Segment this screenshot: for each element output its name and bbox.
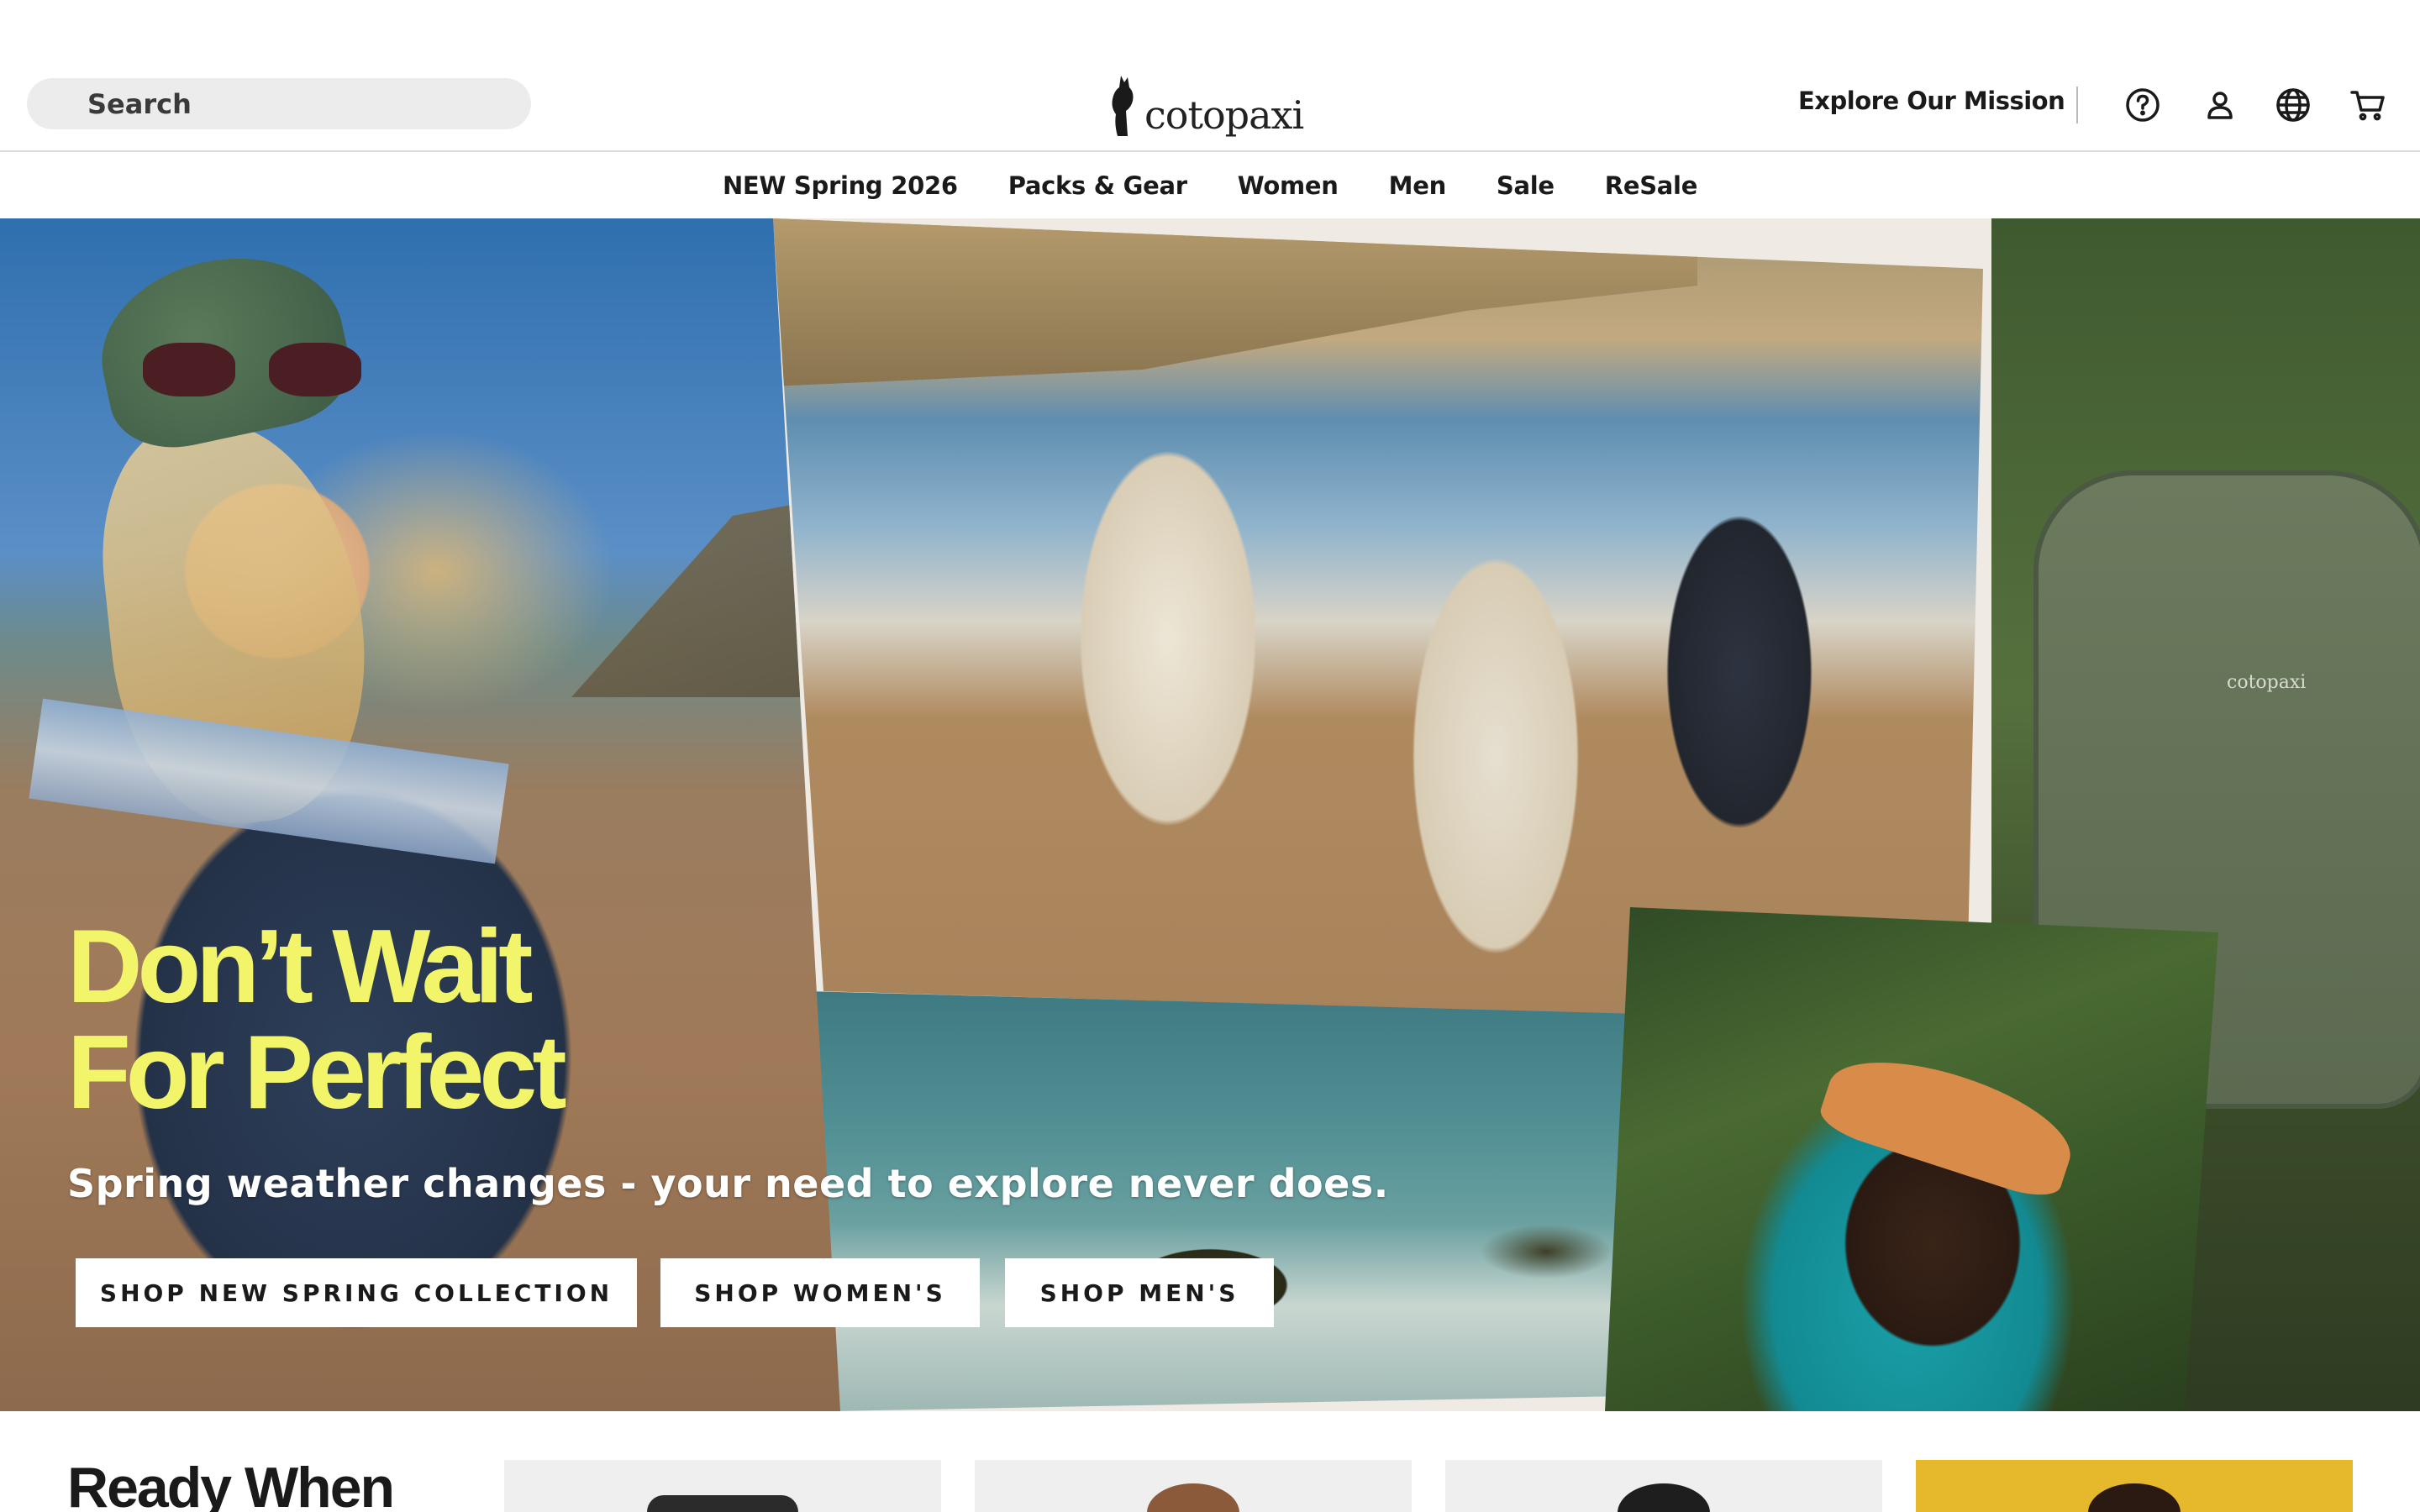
site-header: cotopaxi Explore Our Mission <box>0 0 2420 152</box>
search-input[interactable] <box>27 78 531 129</box>
hero-photo-hiker <box>1605 907 2218 1411</box>
logo-text: cotopaxi <box>1144 92 1304 138</box>
shop-new-spring-button[interactable]: SHOP NEW SPRING COLLECTION <box>76 1258 637 1327</box>
product-image <box>647 1495 798 1512</box>
help-icon[interactable] <box>2123 85 2163 125</box>
hero-photo-beach-run <box>773 218 1983 1025</box>
main-nav: NEW Spring 2026 Packs & Gear Women Men S… <box>0 152 2420 218</box>
shop-mens-button[interactable]: SHOP MEN'S <box>1005 1258 1274 1327</box>
backpack-logo-text: cotopaxi <box>2227 672 2307 693</box>
shop-womens-button[interactable]: SHOP WOMEN'S <box>660 1258 980 1327</box>
product-card[interactable] <box>504 1460 941 1512</box>
nav-resale[interactable]: ReSale <box>1605 171 1698 200</box>
nav-men[interactable]: Men <box>1389 171 1447 200</box>
nav-new-spring-2026[interactable]: NEW Spring 2026 <box>723 171 958 200</box>
cap-shape <box>1815 1038 2084 1205</box>
section-title: Ready When <box>67 1456 395 1512</box>
sunglasses-shape <box>143 343 370 402</box>
nav-packs-gear[interactable]: Packs & Gear <box>1008 171 1187 200</box>
nav-sale[interactable]: Sale <box>1497 171 1555 200</box>
product-image <box>2088 1483 2181 1512</box>
cliff-shape <box>773 218 1697 386</box>
account-icon[interactable] <box>2200 85 2240 125</box>
header-divider <box>2076 87 2078 123</box>
cart-icon[interactable] <box>2348 85 2388 125</box>
nav-women[interactable]: Women <box>1238 171 1339 200</box>
product-card[interactable] <box>1916 1460 2353 1512</box>
headline-line-2: For Perfect <box>67 1015 567 1131</box>
explore-mission-link[interactable]: Explore Our Mission <box>1798 87 2065 115</box>
hero-banner: cotopaxi Don’t Wait For Perfect Spring w… <box>0 218 2420 1411</box>
cotopaxi-logo[interactable]: cotopaxi <box>1109 69 1304 138</box>
headline-line-1: Don’t Wait <box>67 909 533 1025</box>
product-card[interactable] <box>975 1460 1412 1512</box>
product-image <box>1147 1483 1239 1512</box>
product-image <box>1618 1483 1710 1512</box>
hero-headline: Don’t Wait For Perfect <box>67 909 567 1131</box>
llama-icon <box>1112 76 1134 136</box>
hero-subhead: Spring weather changes - your need to ex… <box>67 1161 1389 1206</box>
hero-photo-woman-jacket <box>0 218 840 1411</box>
globe-icon[interactable] <box>2273 85 2313 125</box>
product-card[interactable] <box>1445 1460 1882 1512</box>
